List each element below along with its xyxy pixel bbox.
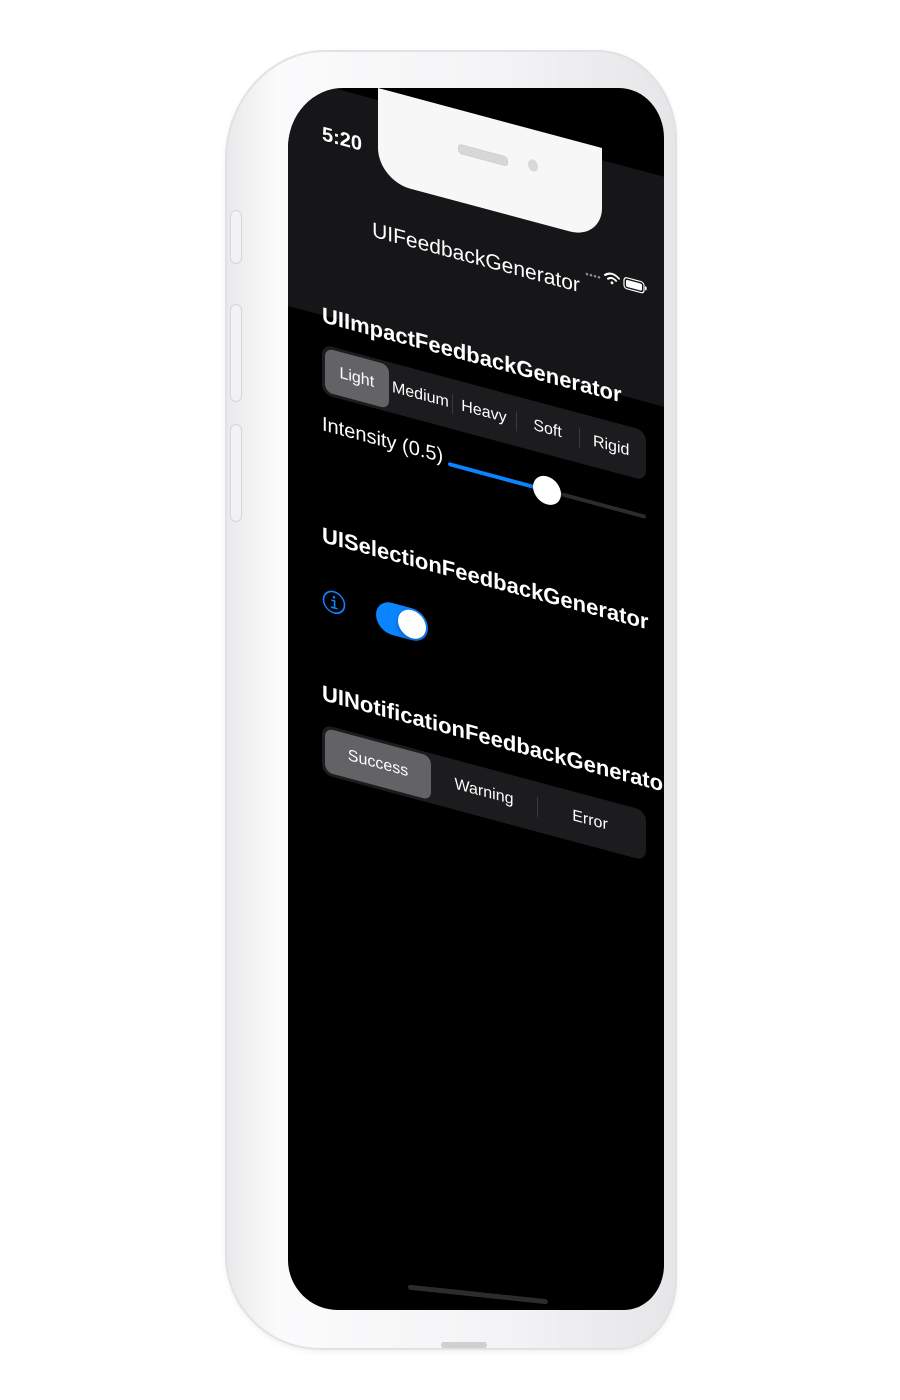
toggle-knob <box>398 606 426 642</box>
home-indicator[interactable] <box>408 1284 548 1305</box>
slider-track-empty <box>547 488 646 519</box>
speaker-grille <box>458 143 508 167</box>
segment-soft[interactable]: Soft <box>516 399 580 460</box>
lightning-port <box>441 1342 487 1348</box>
segment-medium[interactable]: Medium <box>389 365 453 426</box>
volume-up-button <box>230 304 242 402</box>
selection-section-title: UISelectionFeedbackGenerator <box>322 522 649 635</box>
segment-warning[interactable]: Warning <box>431 756 537 828</box>
segment-error[interactable]: Error <box>537 785 643 857</box>
selection-toggle[interactable] <box>376 598 428 645</box>
slider-thumb[interactable] <box>533 472 561 509</box>
mute-switch <box>230 210 242 264</box>
segment-heavy[interactable]: Heavy <box>452 382 516 443</box>
segment-success[interactable]: Success <box>325 727 431 801</box>
volume-down-button <box>230 424 242 522</box>
app-screen: 5:20 UIFeedbackGenerator UIImpactFeedbac… <box>288 88 664 1310</box>
front-camera <box>528 158 538 173</box>
segment-rigid[interactable]: Rigid <box>579 416 643 477</box>
info-circle-icon[interactable] <box>322 587 346 617</box>
segment-light[interactable]: Light <box>325 347 389 409</box>
